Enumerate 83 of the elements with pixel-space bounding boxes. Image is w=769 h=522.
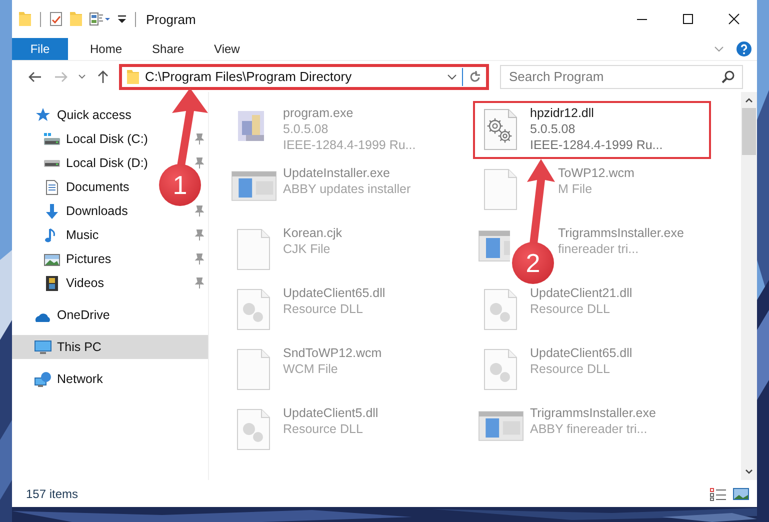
download-icon <box>43 202 61 220</box>
file-detail: IEEE-1284.4-1999 Ru... <box>530 137 663 153</box>
file-name[interactable]: program.exe <box>283 105 354 121</box>
dropdown-icon[interactable] <box>117 14 127 24</box>
thumbnail-view-icon[interactable] <box>733 486 749 500</box>
caret-up-icon <box>745 97 753 103</box>
close-icon <box>728 13 740 25</box>
item-count: 157 items <box>26 486 78 500</box>
file-name[interactable]: UpdateClient65.dll <box>283 285 386 301</box>
network-icon <box>34 371 52 387</box>
file-detail: 5.0.5.08 <box>530 121 576 137</box>
up-arrow-icon <box>97 70 109 84</box>
file-detail: ABBY finereader tri... <box>530 421 648 437</box>
pin-icon[interactable] <box>194 277 204 289</box>
file-name[interactable]: UpdateInstaller.exe <box>283 165 390 181</box>
ribbon-tab[interactable]: Share <box>138 38 198 60</box>
ribbon-tab[interactable]: View <box>200 38 254 60</box>
search-field[interactable]: Search Program <box>500 64 743 88</box>
folder-icon <box>126 68 140 84</box>
star-icon <box>34 107 52 123</box>
file-name[interactable]: SndToWP12.wcm <box>283 345 382 361</box>
sidebar-item[interactable]: Network <box>12 367 109 391</box>
document-icon <box>43 178 61 196</box>
sidebar-item[interactable]: Local Disk (D:) <box>12 151 154 175</box>
pin-icon[interactable] <box>194 205 204 217</box>
caret-down-icon <box>745 469 753 475</box>
caret-icon <box>78 74 86 80</box>
window-title: Program <box>146 12 197 26</box>
sidebar-item[interactable]: Local Disk (C:) <box>12 127 154 151</box>
file-name[interactable]: TrigrammsInstaller.exe <box>530 405 656 421</box>
drive-icon <box>43 132 61 146</box>
file-detail: IEEE-1284.4-1999 Ru... <box>283 137 416 153</box>
pin-icon[interactable] <box>194 133 204 145</box>
checklist-icon[interactable] <box>49 11 63 27</box>
sidebar-item[interactable]: Music <box>12 223 105 247</box>
back-arrow-icon <box>28 70 42 82</box>
sidebar-item[interactable]: Pictures <box>12 247 118 271</box>
file-detail: ABBY updates installer <box>283 181 411 197</box>
file-detail: 5.0.5.08 <box>283 121 328 137</box>
pin-icon[interactable] <box>194 157 204 169</box>
sidebar-item[interactable]: OneDrive <box>12 303 116 327</box>
file-detail: Resource DLL <box>283 301 363 317</box>
sidebar-item[interactable]: Documents <box>12 175 136 199</box>
file-detail: M File <box>558 181 592 197</box>
forward-arrow-icon <box>54 70 68 82</box>
ribbon-tab[interactable]: Home <box>76 38 136 60</box>
file-detail: Resource DLL <box>283 421 363 437</box>
sidebar-item[interactable]: This PC <box>12 335 208 359</box>
monitor-icon <box>34 339 52 355</box>
file-tab[interactable]: File <box>12 38 68 60</box>
sidebar-item[interactable]: Videos <box>12 271 110 295</box>
file-detail: Resource DLL <box>530 361 610 377</box>
help-icon[interactable] <box>736 41 752 57</box>
sidebar-item[interactable]: Quick access <box>12 103 138 127</box>
expand-ribbon-icon[interactable] <box>714 46 724 52</box>
file-name[interactable]: hpzidr12.dll <box>530 105 594 121</box>
file-detail: Resource DLL <box>530 301 610 317</box>
film-icon <box>43 274 61 292</box>
file-detail: WCM File <box>283 361 338 377</box>
drive-icon <box>43 158 61 168</box>
address-bar[interactable]: C:\Program Files\Program Directory <box>119 64 489 90</box>
scrollbar-thumb[interactable] <box>742 108 756 155</box>
file-name[interactable]: Korean.cjk <box>283 225 342 241</box>
details-view-icon[interactable] <box>709 486 727 500</box>
picture-icon <box>43 252 61 266</box>
refresh-icon[interactable] <box>468 70 482 84</box>
address-path: C:\Program Files\Program Directory <box>145 69 353 84</box>
pin-icon[interactable] <box>194 229 204 241</box>
properties-icon[interactable] <box>89 12 111 26</box>
file-name[interactable]: UpdateClient5.dll <box>283 405 378 421</box>
maximize-icon <box>682 13 694 25</box>
search-icon[interactable] <box>721 70 735 84</box>
pin-icon[interactable] <box>194 253 204 265</box>
file-detail: CJK File <box>283 241 330 257</box>
file-name[interactable]: UpdateClient65.dll <box>530 345 632 361</box>
folder-icon[interactable] <box>69 11 83 27</box>
file-name[interactable]: ToWP12.wcm <box>558 165 634 181</box>
file-name[interactable]: UpdateClient21.dll <box>530 285 632 301</box>
file-name[interactable]: TrigrammsInstaller.exe <box>558 225 684 241</box>
file-detail: finereader tri... <box>558 241 639 257</box>
dropdown-caret-icon[interactable] <box>447 74 457 80</box>
folder-icon[interactable] <box>18 11 32 27</box>
sidebar-item[interactable]: Downloads <box>12 199 134 223</box>
